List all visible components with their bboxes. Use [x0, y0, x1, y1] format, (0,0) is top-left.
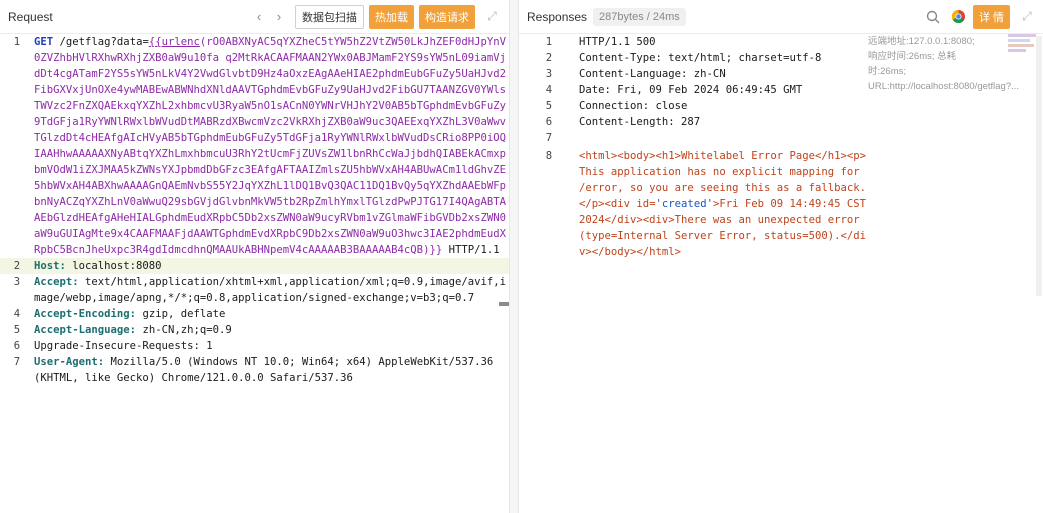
header-text: Accept-Language: zh-CN,zh;q=0.9 [34, 322, 232, 338]
request-header-line: 4 Accept-Encoding: gzip, deflate [0, 306, 509, 322]
header-value: gzip, deflate [136, 308, 226, 320]
nav-back-icon[interactable]: ‹ [249, 9, 269, 24]
request-pane: Request ‹ › 数据包扫描 热加载 构造请求 ⤢ 1 GET /getf… [0, 0, 510, 513]
response-meta-tooltip: 远端地址:127.0.0.1:8080; 响应时间:26ms; 总耗时:26ms… [868, 36, 1020, 92]
search-icon[interactable] [924, 8, 942, 26]
pane-splitter[interactable] [510, 0, 518, 513]
header-text: Accept-Encoding: gzip, deflate [34, 306, 225, 322]
request-path: /getflag?data= [59, 36, 149, 48]
response-line-text: Content-Type: text/html; charset=utf-8 [579, 52, 822, 64]
header-key: Accept: [34, 276, 79, 288]
line-number: 4 [13, 308, 21, 320]
request-header-line: 2 Host: localhost:8080 [0, 258, 509, 274]
response-line-text: Content-Language: zh-CN [579, 68, 726, 80]
header-key: Upgrade-Insecure-Requests: [34, 340, 200, 352]
header-text: Host: localhost:8080 [34, 258, 162, 274]
expand-icon[interactable]: ⤢ [1018, 9, 1036, 24]
header-key: Host: [34, 260, 66, 272]
line-number: 3 [545, 68, 553, 80]
header-key: Accept-Encoding: [34, 308, 137, 320]
hot-load-button[interactable]: 热加载 [369, 4, 414, 29]
response-line: 6 Content-Length: 287 [519, 114, 1043, 130]
line-number: 7 [13, 356, 21, 368]
response-title: Responses [527, 9, 588, 24]
request-editor[interactable]: 1 GET /getflag?data={{urlenc(rO0ABXNyAC5… [0, 34, 509, 386]
construct-request-button[interactable]: 构造请求 [419, 4, 475, 29]
response-size-badge: 287bytes / 24ms [593, 7, 686, 26]
expand-icon[interactable]: ⤢ [483, 9, 501, 24]
nav-forward-icon[interactable]: › [269, 9, 289, 24]
line-number: 8 [545, 150, 553, 162]
response-body-html: <html><body><h1>Whitelabel Error Page</h… [579, 148, 869, 260]
response-line: 7 [519, 130, 1043, 146]
http-method: GET [34, 36, 54, 48]
response-header: Responses 287bytes / 24ms 详 情 ⤢ [519, 0, 1043, 34]
header-text: Upgrade-Insecure-Requests: 1 [34, 338, 213, 354]
line-number: 3 [13, 276, 21, 288]
chrome-icon[interactable] [950, 8, 968, 26]
header-key: Accept-Language: [34, 324, 137, 336]
packet-scan-button[interactable]: 数据包扫描 [295, 4, 364, 29]
header-value: text/html,application/xhtml+xml,applicat… [34, 276, 506, 304]
payload-close-tag: )}} [423, 244, 443, 256]
header-value: 1 [199, 340, 213, 352]
line-number: 5 [545, 100, 553, 112]
request-line: 1 GET /getflag?data={{urlenc(rO0ABXNyAC5… [0, 34, 509, 258]
request-line-text: GET /getflag?data={{urlenc(rO0ABXNyAC5qY… [34, 34, 509, 258]
request-header-line: 5 Accept-Language: zh-CN,zh;q=0.9 [0, 322, 509, 338]
line-number: 6 [545, 116, 553, 128]
response-line: 8 <html><body><h1>Whitelabel Error Page<… [519, 148, 1043, 260]
header-value: localhost:8080 [65, 260, 162, 272]
header-text: User-Agent: Mozilla/5.0 (Windows NT 10.0… [34, 354, 509, 386]
response-pane: Responses 287bytes / 24ms 详 情 ⤢ 1 HTTP/1.… [518, 0, 1043, 513]
request-title: Request [8, 9, 53, 24]
header-text: Accept: text/html,application/xhtml+xml,… [34, 274, 509, 306]
header-key: User-Agent: [34, 356, 105, 368]
response-line: 5 Connection: close [519, 98, 1043, 114]
line-number: 6 [13, 340, 21, 352]
response-line-text: Connection: close [579, 100, 688, 112]
minimap[interactable] [1008, 34, 1038, 94]
request-header-line: 7 User-Agent: Mozilla/5.0 (Windows NT 10… [0, 354, 509, 386]
split-handle[interactable] [499, 302, 509, 306]
line-number: 1 [13, 36, 21, 48]
scrollbar[interactable] [1036, 36, 1042, 296]
response-line-text: HTTP/1.1 500 [579, 36, 656, 48]
header-value: Mozilla/5.0 (Windows NT 10.0; Win64; x64… [34, 356, 500, 384]
details-button[interactable]: 详 情 [972, 4, 1010, 29]
line-number: 2 [545, 52, 553, 64]
payload-open-tag: {{urlenc [148, 36, 200, 48]
request-header: Request ‹ › 数据包扫描 热加载 构造请求 ⤢ [0, 0, 509, 34]
line-number: 5 [13, 324, 21, 336]
header-value: zh-CN,zh;q=0.9 [136, 324, 232, 336]
line-number: 2 [13, 260, 21, 272]
payload-data: (rO0ABXNyAC5qYXZheC5tYW5hZ2VtZW50LkJhZEF… [34, 36, 507, 256]
html-attribute-value: 'created' [655, 198, 713, 210]
line-number: 7 [545, 132, 553, 144]
response-line-text: Content-Length: 287 [579, 116, 701, 128]
line-number: 1 [545, 36, 553, 48]
request-header-line: 3 Accept: text/html,application/xhtml+xm… [0, 274, 509, 306]
line-number: 4 [545, 84, 553, 96]
http-version: HTTP/1.1 [442, 244, 500, 256]
request-header-line: 6 Upgrade-Insecure-Requests: 1 [0, 338, 509, 354]
response-line-text: Date: Fri, 09 Feb 2024 06:49:45 GMT [579, 84, 803, 96]
